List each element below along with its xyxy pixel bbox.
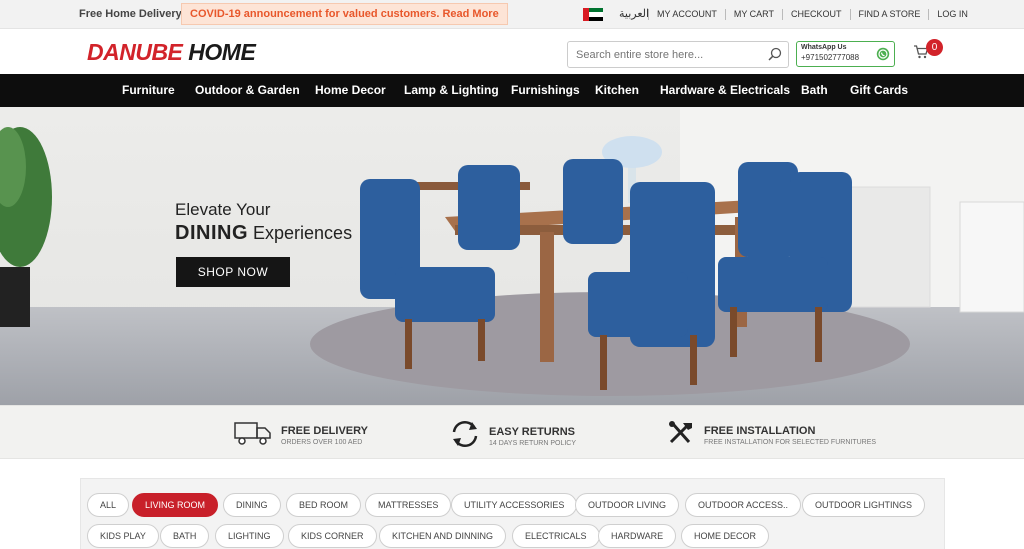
feature-subtitle: FREE INSTALLATION FOR SELECTED FURNITURE… <box>704 439 877 446</box>
truck-icon <box>234 420 272 451</box>
feature-easy-returns: EASY RETURNS 14 DAYS RETURN POLICY <box>450 420 576 453</box>
shop-now-button[interactable]: SHOP NOW <box>176 257 290 287</box>
language-switch[interactable]: العربية <box>619 7 649 20</box>
category-pill-kids-play[interactable]: KIDS PLAY <box>87 524 159 548</box>
hero-line-1: Elevate Your <box>175 200 271 219</box>
nav-item-bath[interactable]: Bath <box>801 83 828 97</box>
nav-item-home-decor[interactable]: Home Decor <box>315 83 386 97</box>
search-box <box>567 41 789 68</box>
hero-experiences-word: Experiences <box>253 223 353 243</box>
feature-title: EASY RETURNS <box>489 426 575 438</box>
uae-flag-icon[interactable] <box>583 8 603 21</box>
whatsapp-contact[interactable]: WhatsApp Us +971502777088 <box>796 41 895 67</box>
hero-line-2: DINING Experiences <box>175 222 352 245</box>
checkout-link[interactable]: CHECKOUT <box>782 9 850 20</box>
features-strip: FREE DELIVERY ORDERS OVER 100 AED EASY R… <box>0 405 1024 459</box>
category-pill-mattresses[interactable]: MATTRESSES <box>365 493 452 517</box>
tools-icon <box>667 420 695 451</box>
category-pill-utility-accessories[interactable]: UTILITY ACCESSORIES <box>451 493 578 517</box>
category-pill-lighting[interactable]: LIGHTING <box>215 524 284 548</box>
find-store-link[interactable]: FIND A STORE <box>849 9 929 20</box>
category-pill-bed-room[interactable]: BED ROOM <box>286 493 362 517</box>
returns-icon <box>450 420 480 453</box>
search-icon[interactable] <box>768 47 782 66</box>
feature-title: FREE INSTALLATION <box>704 425 816 437</box>
logo-word-danube: DANUBE <box>87 39 183 65</box>
dining-set-illustration <box>0 107 1024 396</box>
my-cart-link[interactable]: MY CART <box>724 9 782 20</box>
hero-banner[interactable]: Elevate Your DINING Experiences SHOP NOW <box>0 107 1024 405</box>
category-pill-dining[interactable]: DINING <box>223 493 281 517</box>
nav-item-furniture[interactable]: Furniture <box>122 83 175 97</box>
nav-item-kitchen[interactable]: Kitchen <box>595 83 639 97</box>
nav-item-furnishings[interactable]: Furnishings <box>511 83 580 97</box>
login-link[interactable]: LOG IN <box>928 9 976 20</box>
feature-title: FREE DELIVERY <box>281 425 368 437</box>
hero-headline: Elevate Your DINING Experiences <box>175 200 352 245</box>
feature-subtitle: 14 DAYS RETURN POLICY <box>489 440 577 447</box>
my-account-link[interactable]: MY ACCOUNT <box>648 9 725 20</box>
category-pill-outdoor-living[interactable]: OUTDOOR LIVING <box>575 493 680 517</box>
search-input[interactable] <box>568 42 758 67</box>
danube-home-logo[interactable]: DANUBE HOME <box>87 39 256 66</box>
nav-item-hardware-electricals[interactable]: Hardware & Electricals <box>660 83 790 97</box>
category-pill-kids-corner[interactable]: KIDS CORNER <box>288 524 377 548</box>
feature-subtitle: ORDERS OVER 100 AED <box>281 439 363 446</box>
free-delivery-text: Free Home Delivery <box>79 8 182 20</box>
category-pill-hardware[interactable]: HARDWARE <box>598 524 677 548</box>
category-pill-all[interactable]: ALL <box>87 493 130 517</box>
feature-free-delivery: FREE DELIVERY ORDERS OVER 100 AED <box>234 420 368 451</box>
cart-count-badge: 0 <box>926 39 943 56</box>
nav-item-gift-cards[interactable]: Gift Cards <box>850 83 908 97</box>
category-pill-kitchen-and-dinning[interactable]: KITCHEN AND DINNING <box>379 524 507 548</box>
logo-word-home: HOME <box>188 39 256 65</box>
category-pill-outdoor-access[interactable]: OUTDOOR ACCESS.. <box>685 493 802 517</box>
nav-item-lamp-lighting[interactable]: Lamp & Lighting <box>404 83 499 97</box>
category-filter-panel: ALL LIVING ROOM DINING BED ROOM MATTRESS… <box>80 478 945 549</box>
feature-free-installation: FREE INSTALLATION FREE INSTALLATION FOR … <box>667 420 876 451</box>
account-links: MY ACCOUNT MY CART CHECKOUT FIND A STORE… <box>648 9 976 20</box>
category-pill-outdoor-lightings[interactable]: OUTDOOR LIGHTINGS <box>802 493 926 517</box>
hero-dining-word: DINING <box>175 222 248 244</box>
nav-item-outdoor-garden[interactable]: Outdoor & Garden <box>195 83 300 97</box>
category-pill-home-decor[interactable]: HOME DECOR <box>681 524 770 548</box>
whatsapp-icon <box>876 47 890 66</box>
category-pill-electricals[interactable]: ELECTRICALS <box>512 524 600 548</box>
top-bar: Free Home Delivery COVID-19 announcement… <box>0 0 1024 29</box>
covid-announcement-link[interactable]: COVID-19 announcement for valued custome… <box>181 3 508 25</box>
main-nav: Furniture Outdoor & Garden Home Decor La… <box>0 74 1024 107</box>
category-pill-bath[interactable]: BATH <box>160 524 210 548</box>
category-pill-living-room[interactable]: LIVING ROOM <box>132 493 219 517</box>
